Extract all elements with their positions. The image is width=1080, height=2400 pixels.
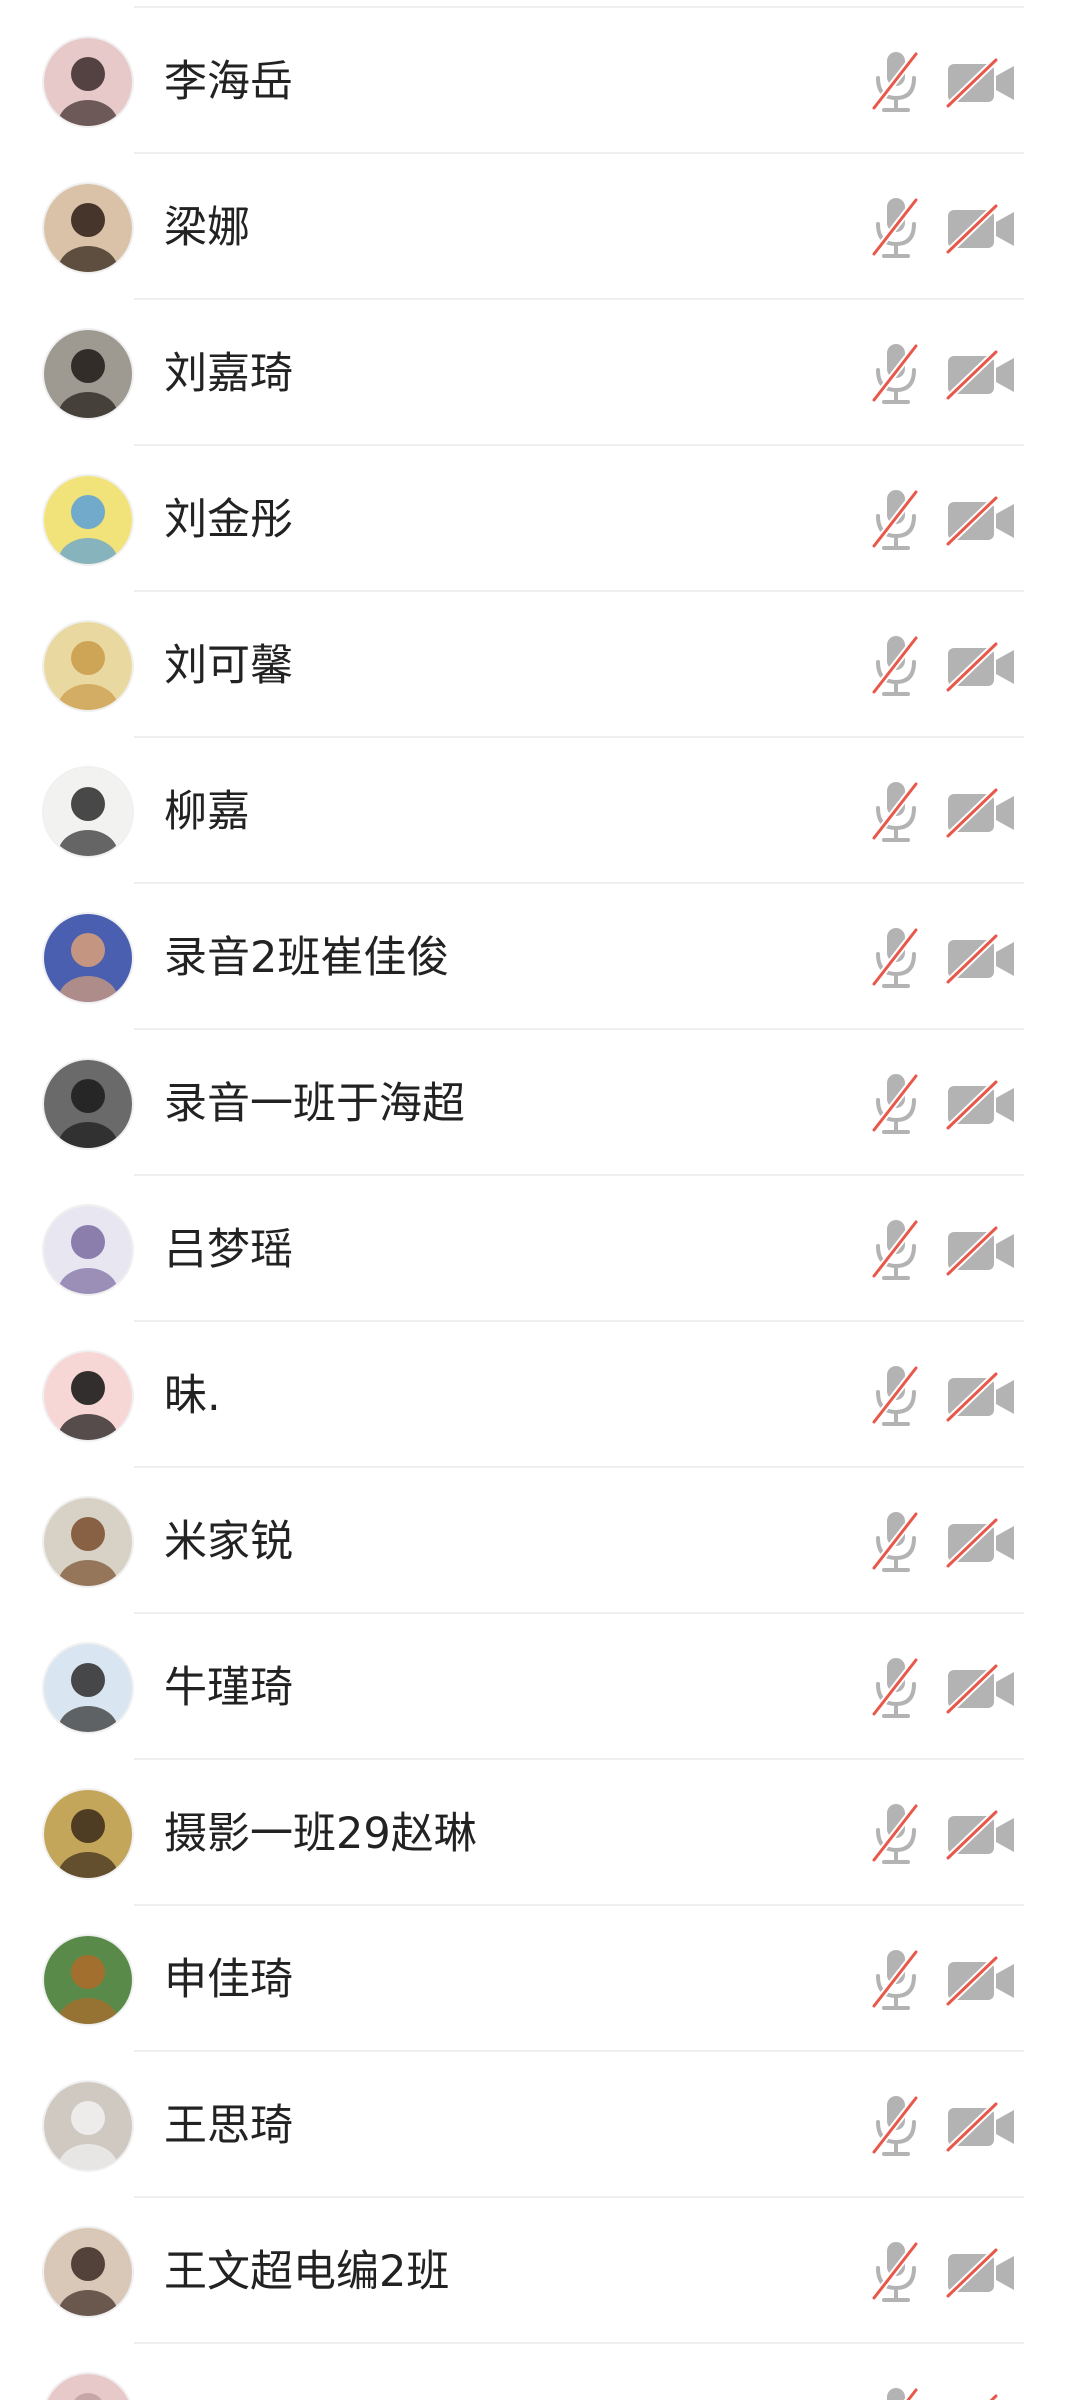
participant-list: 李海岳梁娜刘嘉琦刘金彤刘可馨柳嘉录音2班崔佳俊 录音一班于海超 吕梦瑶昧. 米家锐牛瑾…	[0, 0, 1080, 2400]
participant-name: 摄影一班29赵琳	[164, 1809, 477, 1859]
participant-name: 刘可馨	[164, 641, 293, 691]
avatar[interactable]	[44, 184, 132, 272]
avatar[interactable]	[44, 1936, 132, 2024]
avatar[interactable]	[44, 38, 132, 126]
mic-muted-icon[interactable]	[866, 1362, 926, 1430]
participant-name: 牛瑾琦	[164, 1663, 293, 1713]
mic-muted-icon[interactable]	[866, 48, 926, 116]
avatar[interactable]	[44, 1352, 132, 1440]
participant-row[interactable]: 刘嘉琦	[0, 300, 1080, 446]
mic-muted-icon[interactable]	[866, 2092, 926, 2160]
participant-name: 王文超电编2班	[164, 2247, 450, 2297]
mic-muted-icon[interactable]	[866, 2384, 926, 2400]
participant-row[interactable]: 柳嘉	[0, 738, 1080, 884]
avatar[interactable]	[44, 476, 132, 564]
participant-name: 录音一班于海超	[164, 1079, 465, 1129]
avatar[interactable]	[44, 1060, 132, 1148]
participant-name: 米家锐	[164, 1517, 293, 1567]
camera-off-icon[interactable]	[945, 2247, 1016, 2299]
avatar[interactable]	[44, 622, 132, 710]
participant-row[interactable]	[0, 2344, 1080, 2400]
participant-row[interactable]: 摄影一班29赵琳	[0, 1760, 1080, 1906]
camera-off-icon[interactable]	[945, 57, 1016, 109]
participant-row[interactable]: 牛瑾琦	[0, 1614, 1080, 1760]
participant-name: 梁娜	[164, 203, 250, 253]
participant-name: 柳嘉	[164, 787, 250, 837]
camera-off-icon[interactable]	[945, 1809, 1016, 1861]
mic-muted-icon[interactable]	[866, 2238, 926, 2306]
avatar[interactable]	[44, 2082, 132, 2170]
mic-muted-icon[interactable]	[866, 1946, 926, 2014]
participant-row[interactable]: 李海岳	[0, 8, 1080, 154]
mic-muted-icon[interactable]	[866, 1508, 926, 1576]
participant-row[interactable]: 昧.	[0, 1322, 1080, 1468]
participant-row[interactable]: 刘可馨	[0, 592, 1080, 738]
mic-muted-icon[interactable]	[866, 632, 926, 700]
avatar[interactable]	[44, 1644, 132, 1732]
participant-row[interactable]: 申佳琦	[0, 1906, 1080, 2052]
mic-muted-icon[interactable]	[866, 924, 926, 992]
camera-off-icon[interactable]	[945, 1955, 1016, 2007]
participant-row[interactable]: 王思琦	[0, 2052, 1080, 2198]
camera-off-icon[interactable]	[945, 203, 1016, 255]
participant-row[interactable]: 梁娜	[0, 154, 1080, 300]
participant-name: 录音2班崔佳俊	[164, 933, 450, 983]
mic-muted-icon[interactable]	[866, 1070, 926, 1138]
participant-name: 刘嘉琦	[164, 349, 293, 399]
mic-muted-icon[interactable]	[866, 1800, 926, 1868]
avatar[interactable]	[44, 1790, 132, 1878]
avatar[interactable]	[44, 914, 132, 1002]
participant-name: 申佳琦	[164, 1955, 293, 2005]
participant-name: 李海岳	[164, 57, 293, 107]
avatar[interactable]	[44, 330, 132, 418]
camera-off-icon[interactable]	[945, 349, 1016, 401]
participant-name: 王思琦	[164, 2101, 293, 2151]
participant-row[interactable]: 王文超电编2班	[0, 2198, 1080, 2344]
participant-row[interactable]: 刘金彤	[0, 446, 1080, 592]
avatar[interactable]	[44, 768, 132, 856]
avatar[interactable]	[44, 1206, 132, 1294]
camera-off-icon[interactable]	[945, 641, 1016, 693]
camera-off-icon[interactable]	[945, 787, 1016, 839]
avatar[interactable]	[44, 1498, 132, 1586]
participant-name: 刘金彤	[164, 495, 293, 545]
mic-muted-icon[interactable]	[866, 486, 926, 554]
participant-row[interactable]: 录音一班于海超	[0, 1030, 1080, 1176]
mic-muted-icon[interactable]	[866, 1216, 926, 1284]
camera-off-icon[interactable]	[946, 2393, 1016, 2400]
avatar[interactable]	[44, 2374, 132, 2400]
participant-row[interactable]: 吕梦瑶	[0, 1176, 1080, 1322]
camera-off-icon[interactable]	[945, 1663, 1016, 1715]
camera-off-icon[interactable]	[945, 1517, 1016, 1569]
mic-muted-icon[interactable]	[866, 194, 926, 262]
camera-off-icon[interactable]	[945, 2101, 1016, 2153]
camera-off-icon[interactable]	[945, 1079, 1016, 1131]
camera-off-icon[interactable]	[945, 1371, 1016, 1423]
camera-off-icon[interactable]	[945, 495, 1016, 547]
participant-row[interactable]: 米家锐	[0, 1468, 1080, 1614]
mic-muted-icon[interactable]	[866, 778, 926, 846]
participant-row[interactable]: 录音2班崔佳俊	[0, 884, 1080, 1030]
camera-off-icon[interactable]	[945, 1225, 1016, 1277]
participant-name: 昧.	[164, 1371, 221, 1421]
camera-off-icon[interactable]	[945, 933, 1016, 985]
mic-muted-icon[interactable]	[866, 1654, 926, 1722]
participant-name: 吕梦瑶	[164, 1225, 293, 1275]
mic-muted-icon[interactable]	[866, 340, 926, 408]
avatar[interactable]	[44, 2228, 132, 2316]
